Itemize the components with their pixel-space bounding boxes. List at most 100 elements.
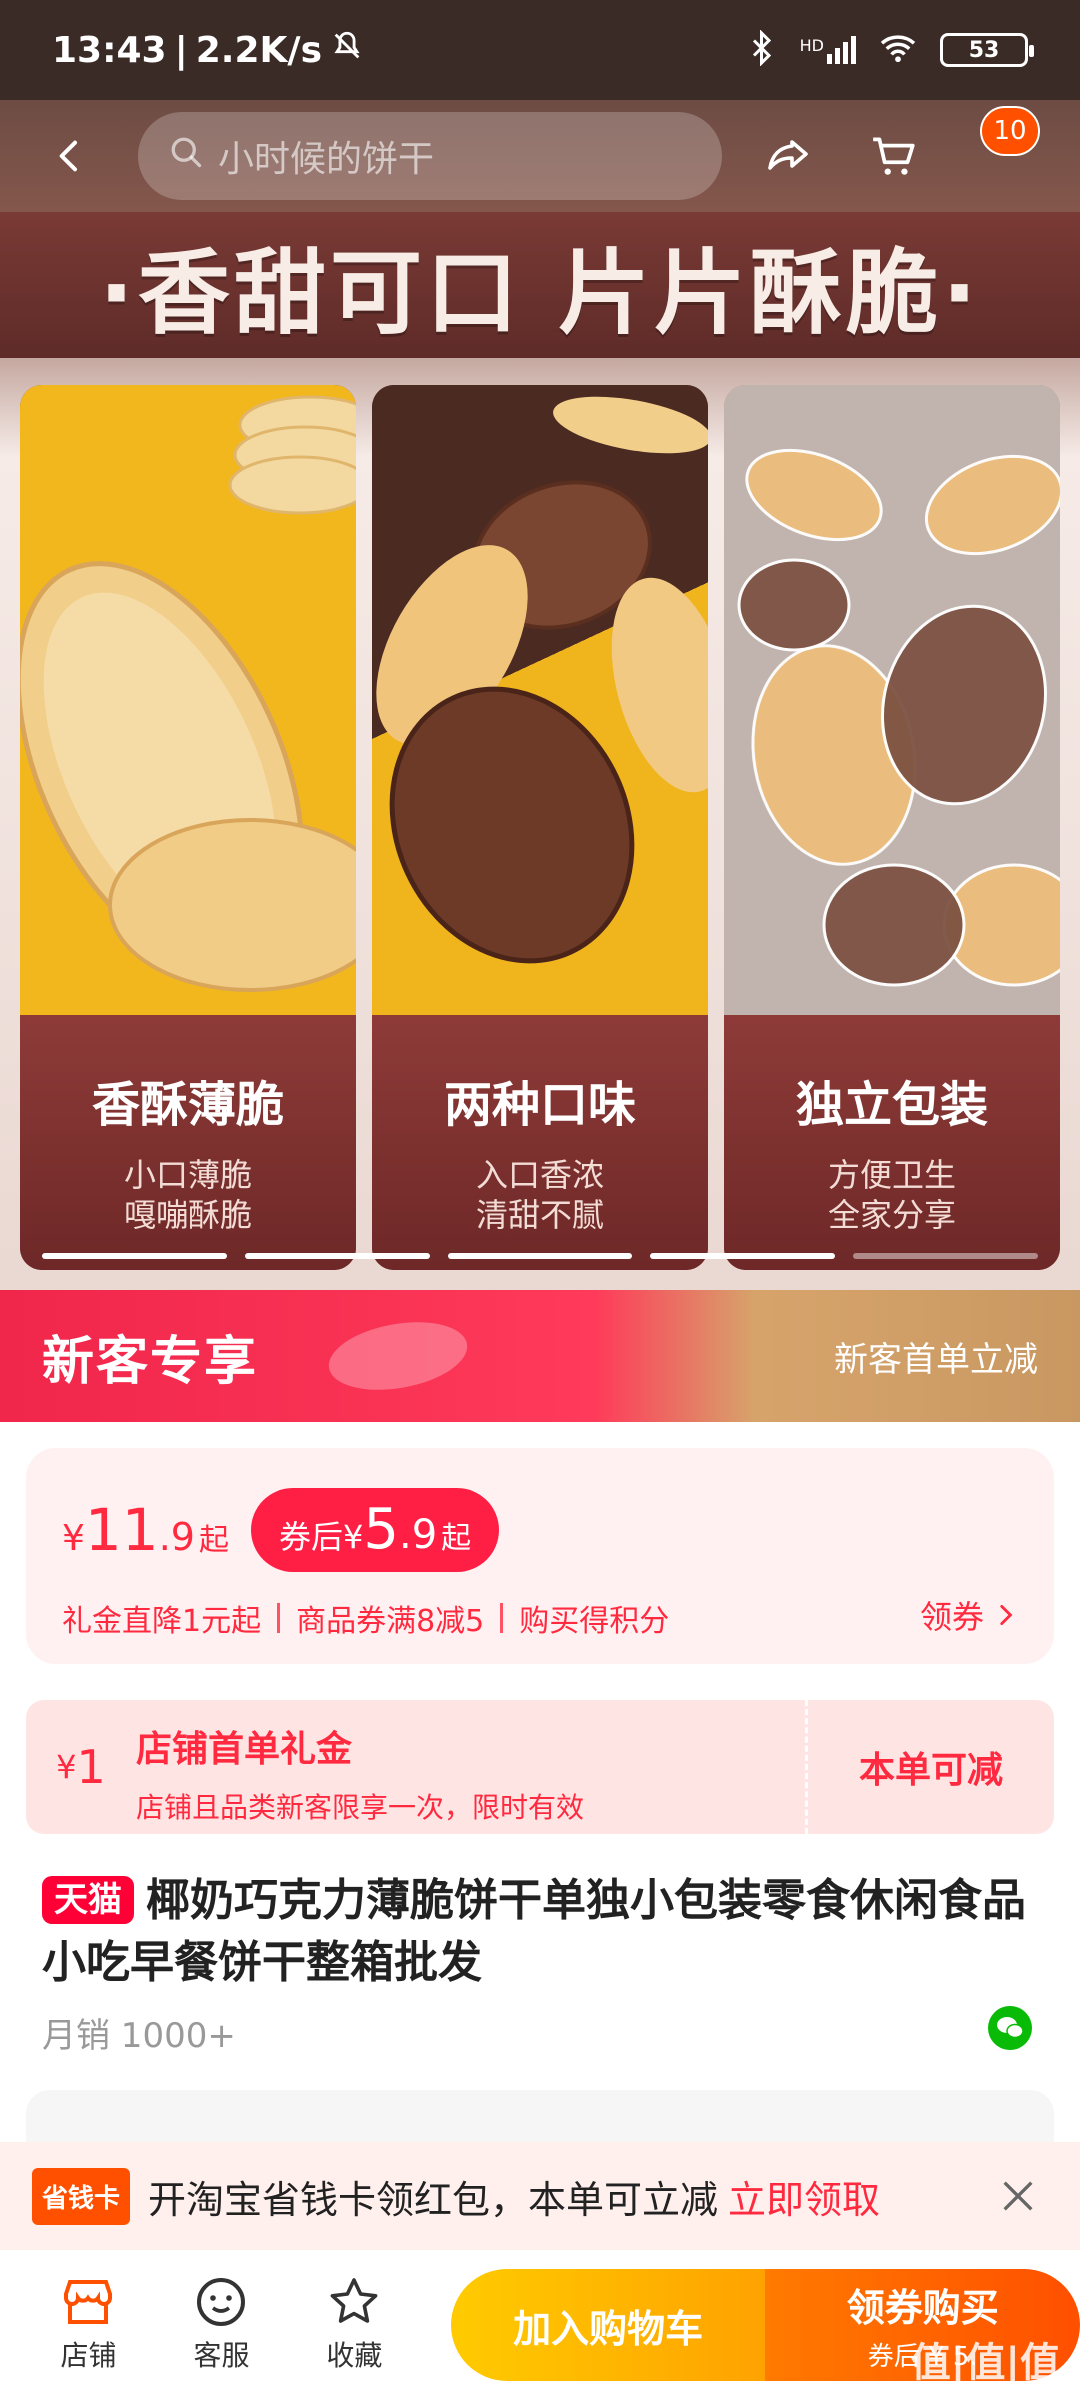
- hero-slogan: ·香甜可口 片片酥脆·: [99, 239, 981, 347]
- gallery-pagination: [42, 1253, 1038, 1259]
- promo-item: 礼金直降1元起: [62, 1604, 262, 1639]
- customer-service-icon: [197, 2278, 246, 2326]
- new-customer-title: 新客专享: [42, 1331, 259, 1392]
- shop-coupon-value: 1: [76, 1740, 106, 1794]
- signal-hd-label: HD: [799, 36, 824, 55]
- card-desc-1: 入口香浓: [475, 1156, 604, 1194]
- close-icon: [1003, 2181, 1033, 2211]
- add-to-cart-button[interactable]: 加入购物车: [450, 2269, 766, 2381]
- get-coupon-button[interactable]: 领券: [920, 1592, 1018, 1638]
- feature-card: 香酥薄脆 小口薄脆 嘎嘣酥脆: [20, 385, 356, 1270]
- shop-coupon-amount: ¥ 1: [26, 1700, 136, 1834]
- original-price: ¥ 11 .9 起: [62, 1496, 229, 1564]
- card-caption: 独立包装 方便卫生 全家分享: [724, 1015, 1060, 1270]
- product-title-text: 椰奶巧克力薄脆饼干单独小包装零食休闲食品小吃早餐饼干整箱批发: [42, 1875, 1026, 1988]
- network-speed: 2.2K/s: [195, 29, 322, 71]
- product-title: 天猫 椰奶巧克力薄脆饼干单独小包装零食休闲食品小吃早餐饼干整箱批发: [42, 1870, 1042, 1994]
- new-customer-subtitle: 新客首单立减: [834, 1339, 1038, 1380]
- pagination-dot: [42, 1253, 227, 1259]
- biscuit-photo: [372, 385, 708, 1015]
- signal-icon: HD: [800, 36, 856, 64]
- price-integer: 11: [84, 1496, 159, 1564]
- share-button[interactable]: [748, 116, 828, 196]
- shop-coupon-desc: 店铺且品类新客限享一次，限时有效: [136, 1791, 585, 1824]
- shop-coupon-title: 店铺首单礼金: [136, 1729, 353, 1770]
- card-title: 独立包装: [795, 1077, 988, 1133]
- savings-claim-link[interactable]: 立即领取: [728, 2169, 880, 2224]
- mute-icon: [330, 29, 364, 72]
- card-caption: 香酥薄脆 小口薄脆 嘎嘣酥脆: [20, 1015, 356, 1270]
- savings-text: 开淘宝省钱卡领红包，本单可立减: [148, 2177, 719, 2222]
- card-desc-2: 嘎嘣酥脆: [123, 1196, 252, 1234]
- feature-cards: 香酥薄脆 小口薄脆 嘎嘣酥脆 两种口味 入口香浓 清甜不腻 独立包装 方便卫生 …: [20, 385, 1060, 1270]
- feature-card: 独立包装 方便卫生 全家分享: [724, 385, 1060, 1270]
- tab-label: 收藏: [326, 2339, 383, 2372]
- chevron-right-icon: [1000, 1604, 1013, 1626]
- price-from: 起: [198, 1523, 229, 1558]
- cart-button[interactable]: [854, 116, 934, 196]
- product-gallery[interactable]: 宝贝 评价 详情 推荐 ·香甜可口 片片酥脆·: [0, 100, 1080, 1290]
- shop-coupon-currency: ¥: [56, 1748, 77, 1786]
- card-title: 两种口味: [443, 1077, 636, 1133]
- promo-separator: [500, 1603, 504, 1633]
- card-desc-1: 方便卫生: [827, 1156, 956, 1194]
- status-time: 13:43: [52, 29, 167, 71]
- shop-coupon-text: 店铺首单礼金 店铺且品类新客限享一次，限时有效: [136, 1700, 805, 1834]
- promo-separator: [277, 1603, 281, 1633]
- battery-icon: 53: [940, 33, 1034, 67]
- coupon-decimal: .9: [399, 1512, 438, 1558]
- get-coupon-label: 领券: [919, 1598, 984, 1636]
- search-placeholder: 小时候的饼干: [218, 139, 435, 180]
- price-row: ¥ 11 .9 起 券后 ¥ 5 .9 起: [62, 1488, 500, 1572]
- monthly-sales: 月销 1000+: [42, 2016, 236, 2056]
- biscuit-photo: [20, 385, 356, 1015]
- tab-favorite[interactable]: 收藏: [288, 2276, 421, 2374]
- shop-coupon-card[interactable]: ¥ 1 店铺首单礼金 店铺且品类新客限享一次，限时有效 本单可减: [26, 1700, 1054, 1834]
- search-input[interactable]: 小时候的饼干: [138, 112, 722, 200]
- coupon-from: 起: [441, 1521, 472, 1556]
- tmall-badge: 天猫: [42, 1876, 134, 1924]
- card-desc-1: 小口薄脆: [123, 1156, 252, 1194]
- savings-card-strip[interactable]: 省钱卡 开淘宝省钱卡领红包，本单可立减 立即领取: [0, 2142, 1080, 2250]
- close-button[interactable]: [988, 2166, 1048, 2226]
- card-title: 香酥薄脆: [91, 1077, 284, 1133]
- card-caption: 两种口味 入口香浓 清甜不腻: [372, 1015, 708, 1270]
- tab-label: 店铺: [60, 2339, 117, 2372]
- price-decimal: .9: [158, 1515, 195, 1559]
- status-left: 13:43 | 2.2K/s: [52, 29, 364, 72]
- pagination-dot: [244, 1253, 430, 1259]
- buy-label: 领券购买: [846, 2286, 999, 2330]
- wifi-icon: [878, 32, 918, 69]
- price-currency: ¥: [62, 1518, 85, 1559]
- tab-shop[interactable]: 店铺: [22, 2276, 155, 2374]
- tab-customer-service[interactable]: 客服: [155, 2276, 288, 2374]
- pagination-dot: [447, 1253, 633, 1259]
- tab-label: 客服: [193, 2339, 250, 2372]
- wechat-share-icon[interactable]: [988, 2006, 1032, 2050]
- top-nav: 小时候的饼干: [0, 100, 1080, 212]
- shop-icon: [64, 2280, 113, 2324]
- coupon-label: 券后: [278, 1518, 343, 1556]
- status-bar: 13:43 | 2.2K/s HD 53: [0, 0, 1080, 100]
- shop-coupon-action[interactable]: 本单可减: [808, 1700, 1054, 1834]
- cart-icon: [873, 137, 915, 175]
- promo-item: 商品券满8减5: [296, 1604, 485, 1639]
- promo-item: 购买得积分: [519, 1604, 670, 1639]
- pagination-dot: [650, 1253, 836, 1259]
- status-sep: |: [174, 29, 188, 71]
- star-icon: [331, 2278, 378, 2323]
- card-desc-2: 全家分享: [827, 1196, 956, 1234]
- card-desc-2: 清甜不腻: [475, 1196, 604, 1234]
- coupon-currency: ¥: [343, 1518, 364, 1556]
- biscuit-photo: [724, 385, 1060, 1015]
- feature-card: 两种口味 入口香浓 清甜不腻: [372, 385, 708, 1270]
- watermark: 值|值|值: [910, 2340, 1060, 2386]
- price-card: ¥ 11 .9 起 券后 ¥ 5 .9 起 礼金直降1元起 商品券满8减5 购买…: [26, 1448, 1054, 1664]
- petal-decoration: [328, 1322, 468, 1390]
- share-icon: [768, 140, 808, 170]
- search-icon: [168, 134, 204, 179]
- back-button[interactable]: [30, 116, 110, 196]
- pagination-dot: [853, 1253, 1038, 1259]
- hero-slogan-banner: ·香甜可口 片片酥脆·: [0, 212, 1080, 358]
- new-customer-banner[interactable]: 新客专享 新客首单立减: [0, 1290, 1080, 1422]
